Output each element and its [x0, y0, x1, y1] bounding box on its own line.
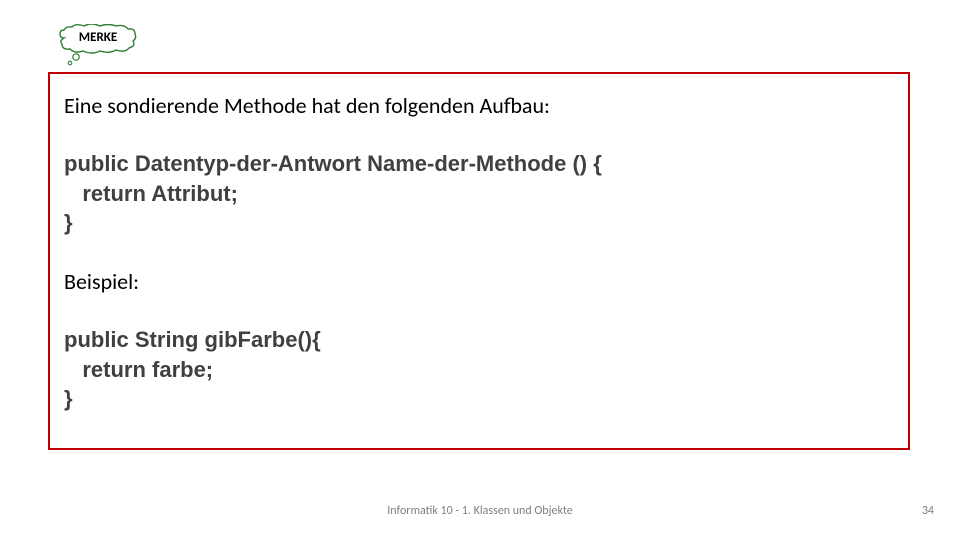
footer-title: Informatik 10 - 1. Klassen und Objekte	[0, 504, 960, 518]
method-template-code: public Datentyp-der-Antwort Name-der-Met…	[64, 149, 894, 238]
intro-text: Eine sondierende Methode hat den folgend…	[64, 92, 894, 119]
example-label: Beispiel:	[64, 268, 894, 295]
page-number: 34	[922, 504, 934, 518]
method-example-code: public String gibFarbe(){ return farbe; …	[64, 325, 894, 414]
merke-label: MERKE	[63, 25, 133, 51]
merke-badge: MERKE	[58, 24, 138, 71]
content-box: Eine sondierende Methode hat den folgend…	[48, 72, 910, 450]
